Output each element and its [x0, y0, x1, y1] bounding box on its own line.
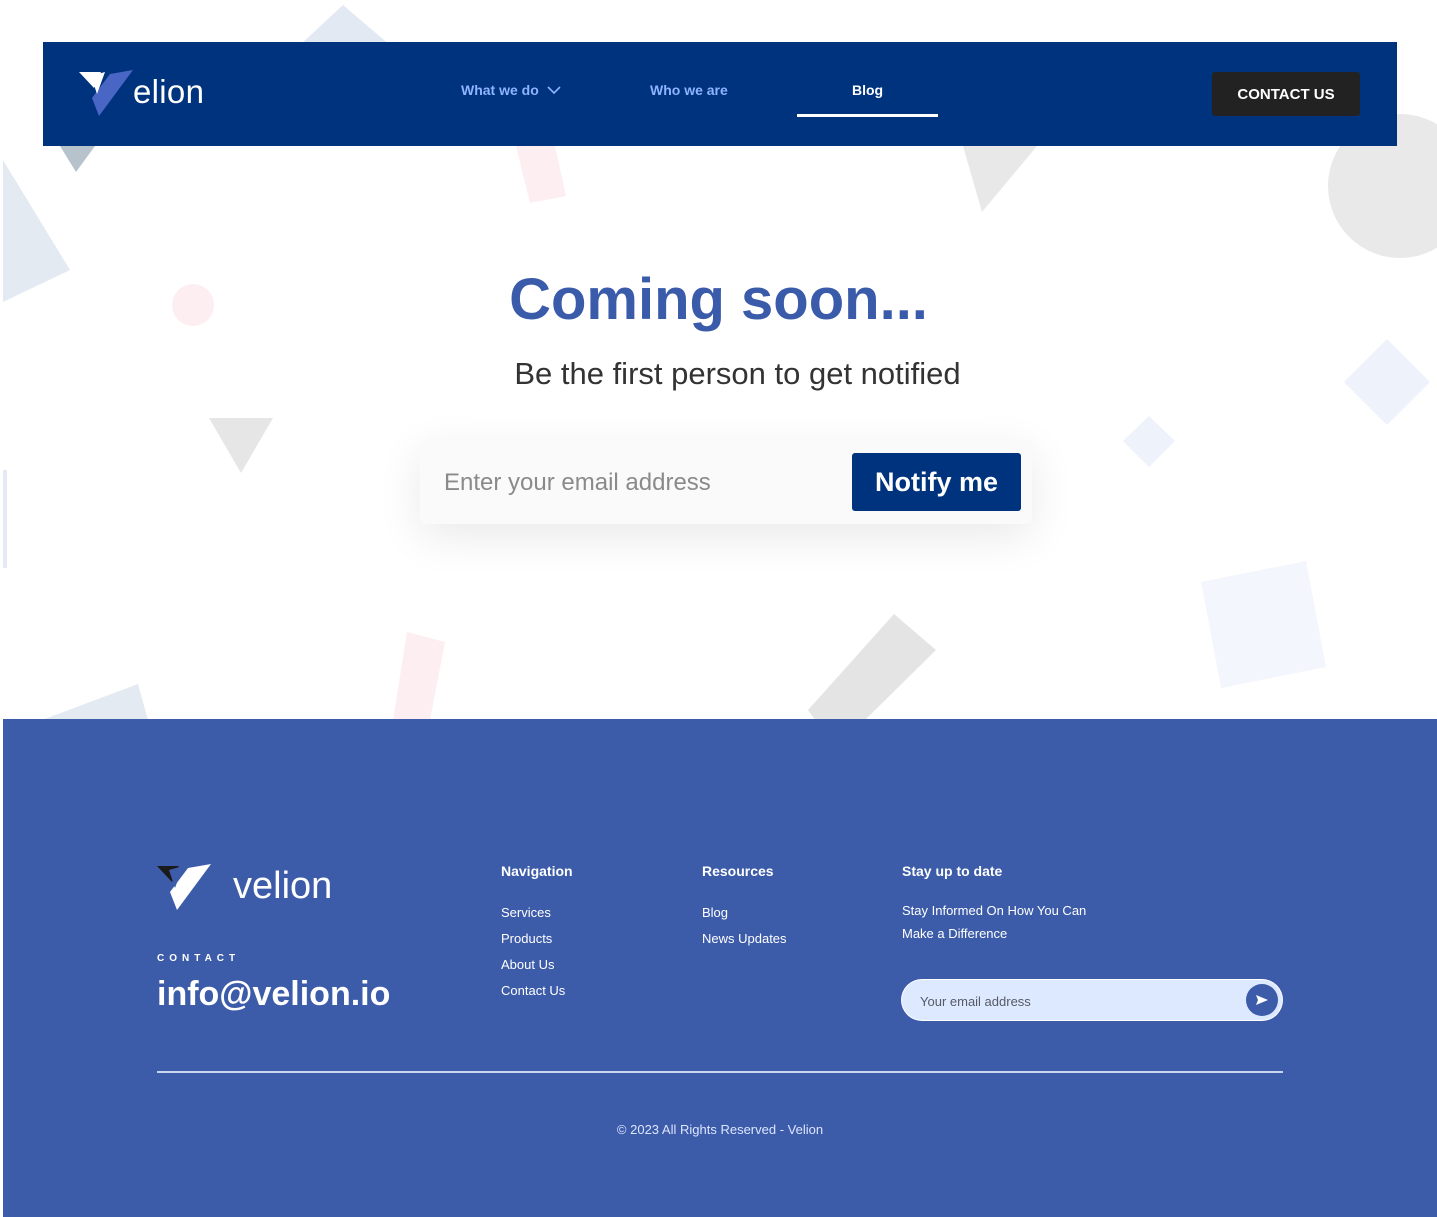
site-footer: velion CONTACT info@velion.io Navigation… — [3, 719, 1437, 1217]
send-button[interactable] — [1246, 984, 1278, 1016]
bg-bar — [808, 614, 936, 720]
contact-email-link[interactable]: info@velion.io — [157, 975, 390, 1014]
bg-bar — [393, 632, 445, 720]
active-nav-underline — [797, 114, 938, 117]
footer-stay-up-to-date: Stay up to date Stay Informed On How You… — [902, 863, 1112, 945]
footer-logo-text: velion — [233, 864, 333, 907]
notify-form: Notify me — [420, 440, 1032, 524]
email-input[interactable] — [442, 452, 826, 514]
page-title: Coming soon... — [509, 267, 928, 332]
footer-navigation: Navigation Services Products About Us Co… — [501, 863, 573, 1009]
nav-label: What we do — [461, 82, 539, 98]
stay-title: Stay up to date — [902, 863, 1003, 879]
footer-link-news-updates[interactable]: News Updates — [702, 931, 787, 946]
copyright-text: © 2023 All Rights Reserved - Velion — [616, 1122, 824, 1137]
footer-link-blog[interactable]: Blog — [702, 905, 787, 920]
bg-bar — [516, 146, 566, 203]
bg-line — [3, 470, 7, 568]
bg-triangle — [209, 418, 273, 473]
bg-diamond — [1123, 416, 1175, 467]
bg-triangle — [60, 146, 95, 172]
bg-triangle — [300, 5, 390, 45]
resources-title: Resources — [702, 863, 774, 879]
footer-link-services[interactable]: Services — [501, 905, 573, 920]
footer-logo[interactable]: velion — [157, 862, 332, 910]
velion-logo-icon — [157, 864, 211, 910]
page-subtitle: Be the first person to get notified — [514, 356, 961, 391]
footer-link-contact-us[interactable]: Contact Us — [501, 983, 573, 998]
nav-blog[interactable]: Blog — [852, 82, 883, 98]
velion-logo-icon — [79, 70, 133, 116]
contact-us-button[interactable]: CONTACT US — [1212, 72, 1360, 116]
contact-label: CONTACT — [157, 953, 241, 964]
logo-text: elion — [133, 73, 205, 110]
nav-what-we-do[interactable]: What we do — [461, 82, 561, 98]
site-header: elion What we do Who we are Blog CONTACT… — [43, 42, 1397, 146]
footer-subscribe-form — [902, 980, 1282, 1022]
footer-resources: Resources Blog News Updates — [702, 863, 787, 957]
bg-triangle — [42, 684, 148, 720]
nav-label: Who we are — [650, 82, 728, 98]
nav-label: Blog — [852, 82, 884, 98]
chevron-down-icon — [547, 85, 561, 94]
notify-me-button[interactable]: Notify me — [852, 453, 1021, 511]
header-logo[interactable]: elion — [79, 68, 204, 116]
navigation-title: Navigation — [501, 863, 573, 879]
footer-link-about-us[interactable]: About Us — [501, 957, 573, 972]
footer-email-input[interactable] — [918, 980, 1242, 1022]
stay-description: Stay Informed On How You Can Make a Diff… — [902, 903, 1087, 941]
footer-link-products[interactable]: Products — [501, 931, 573, 946]
nav-who-we-are[interactable]: Who we are — [650, 82, 728, 98]
bg-square — [1201, 561, 1326, 688]
bg-triangle — [963, 146, 1037, 212]
footer-divider — [157, 1071, 1283, 1073]
send-arrow-icon — [1256, 995, 1268, 1005]
